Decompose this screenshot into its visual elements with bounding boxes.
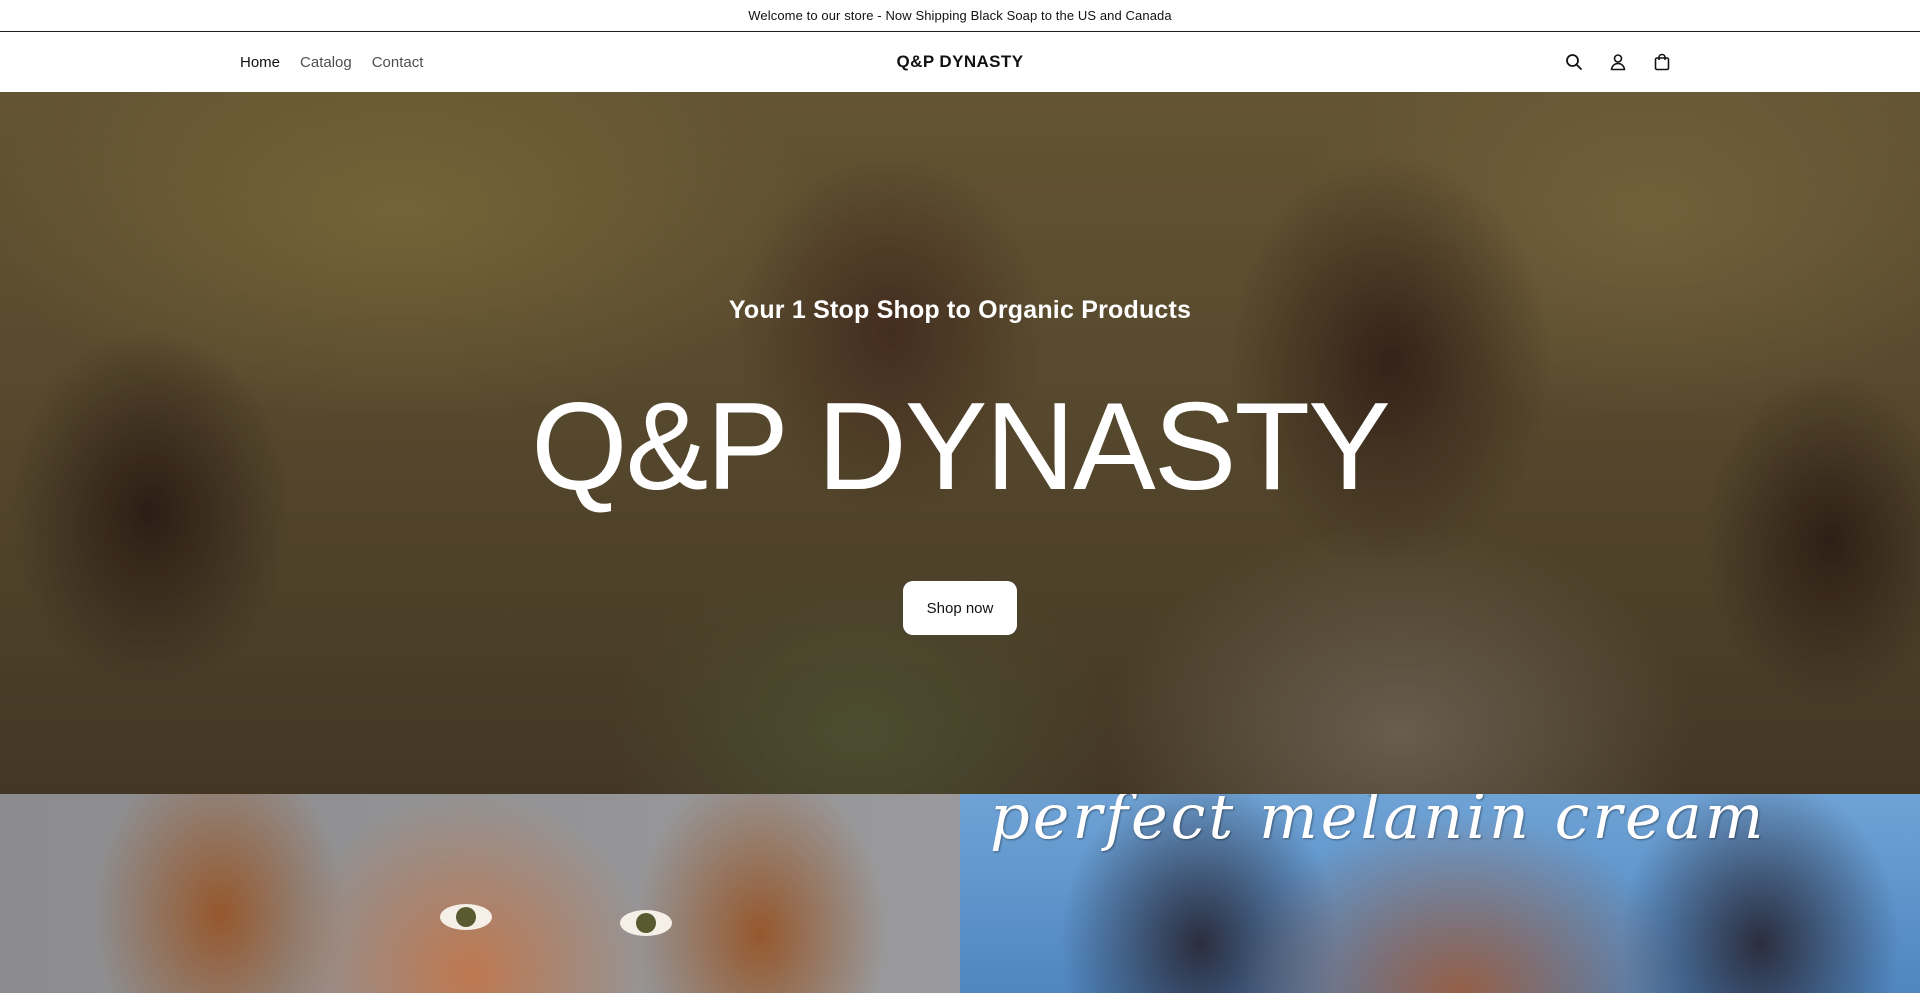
announcement-text: Welcome to our store - Now Shipping Blac… bbox=[748, 8, 1172, 23]
nav-contact-link[interactable]: Contact bbox=[372, 54, 424, 71]
shop-now-button[interactable]: Shop now bbox=[903, 581, 1017, 635]
hero-subheading: Your 1 Stop Shop to Organic Products bbox=[728, 296, 1192, 324]
announcement-bar: Welcome to our store - Now Shipping Blac… bbox=[0, 0, 1920, 32]
eye-shape bbox=[620, 910, 672, 936]
site-logo[interactable]: Q&P DYNASTY bbox=[897, 52, 1024, 71]
search-icon bbox=[1566, 54, 1582, 70]
account-icon bbox=[1610, 54, 1626, 71]
cart-button[interactable] bbox=[1640, 40, 1684, 84]
image-caption: perfect melanin cream bbox=[990, 794, 1767, 853]
eye-shape bbox=[440, 904, 492, 930]
feature-image-right[interactable]: perfect melanin cream bbox=[960, 794, 1920, 993]
feature-image-left[interactable] bbox=[0, 794, 960, 993]
search-button[interactable] bbox=[1552, 40, 1596, 84]
header-icons bbox=[1552, 32, 1684, 92]
cart-icon bbox=[1654, 53, 1670, 71]
hero-banner: Your 1 Stop Shop to Organic Products Q&P… bbox=[0, 92, 1920, 794]
hero-heading: Q&P DYNASTY bbox=[531, 378, 1391, 516]
main-nav: Home Catalog Contact bbox=[240, 32, 423, 92]
nav-home-link[interactable]: Home bbox=[240, 54, 280, 71]
nav-catalog-link[interactable]: Catalog bbox=[300, 54, 352, 71]
site-header: Home Catalog Contact Q&P DYNASTY bbox=[0, 32, 1920, 92]
account-button[interactable] bbox=[1596, 40, 1640, 84]
